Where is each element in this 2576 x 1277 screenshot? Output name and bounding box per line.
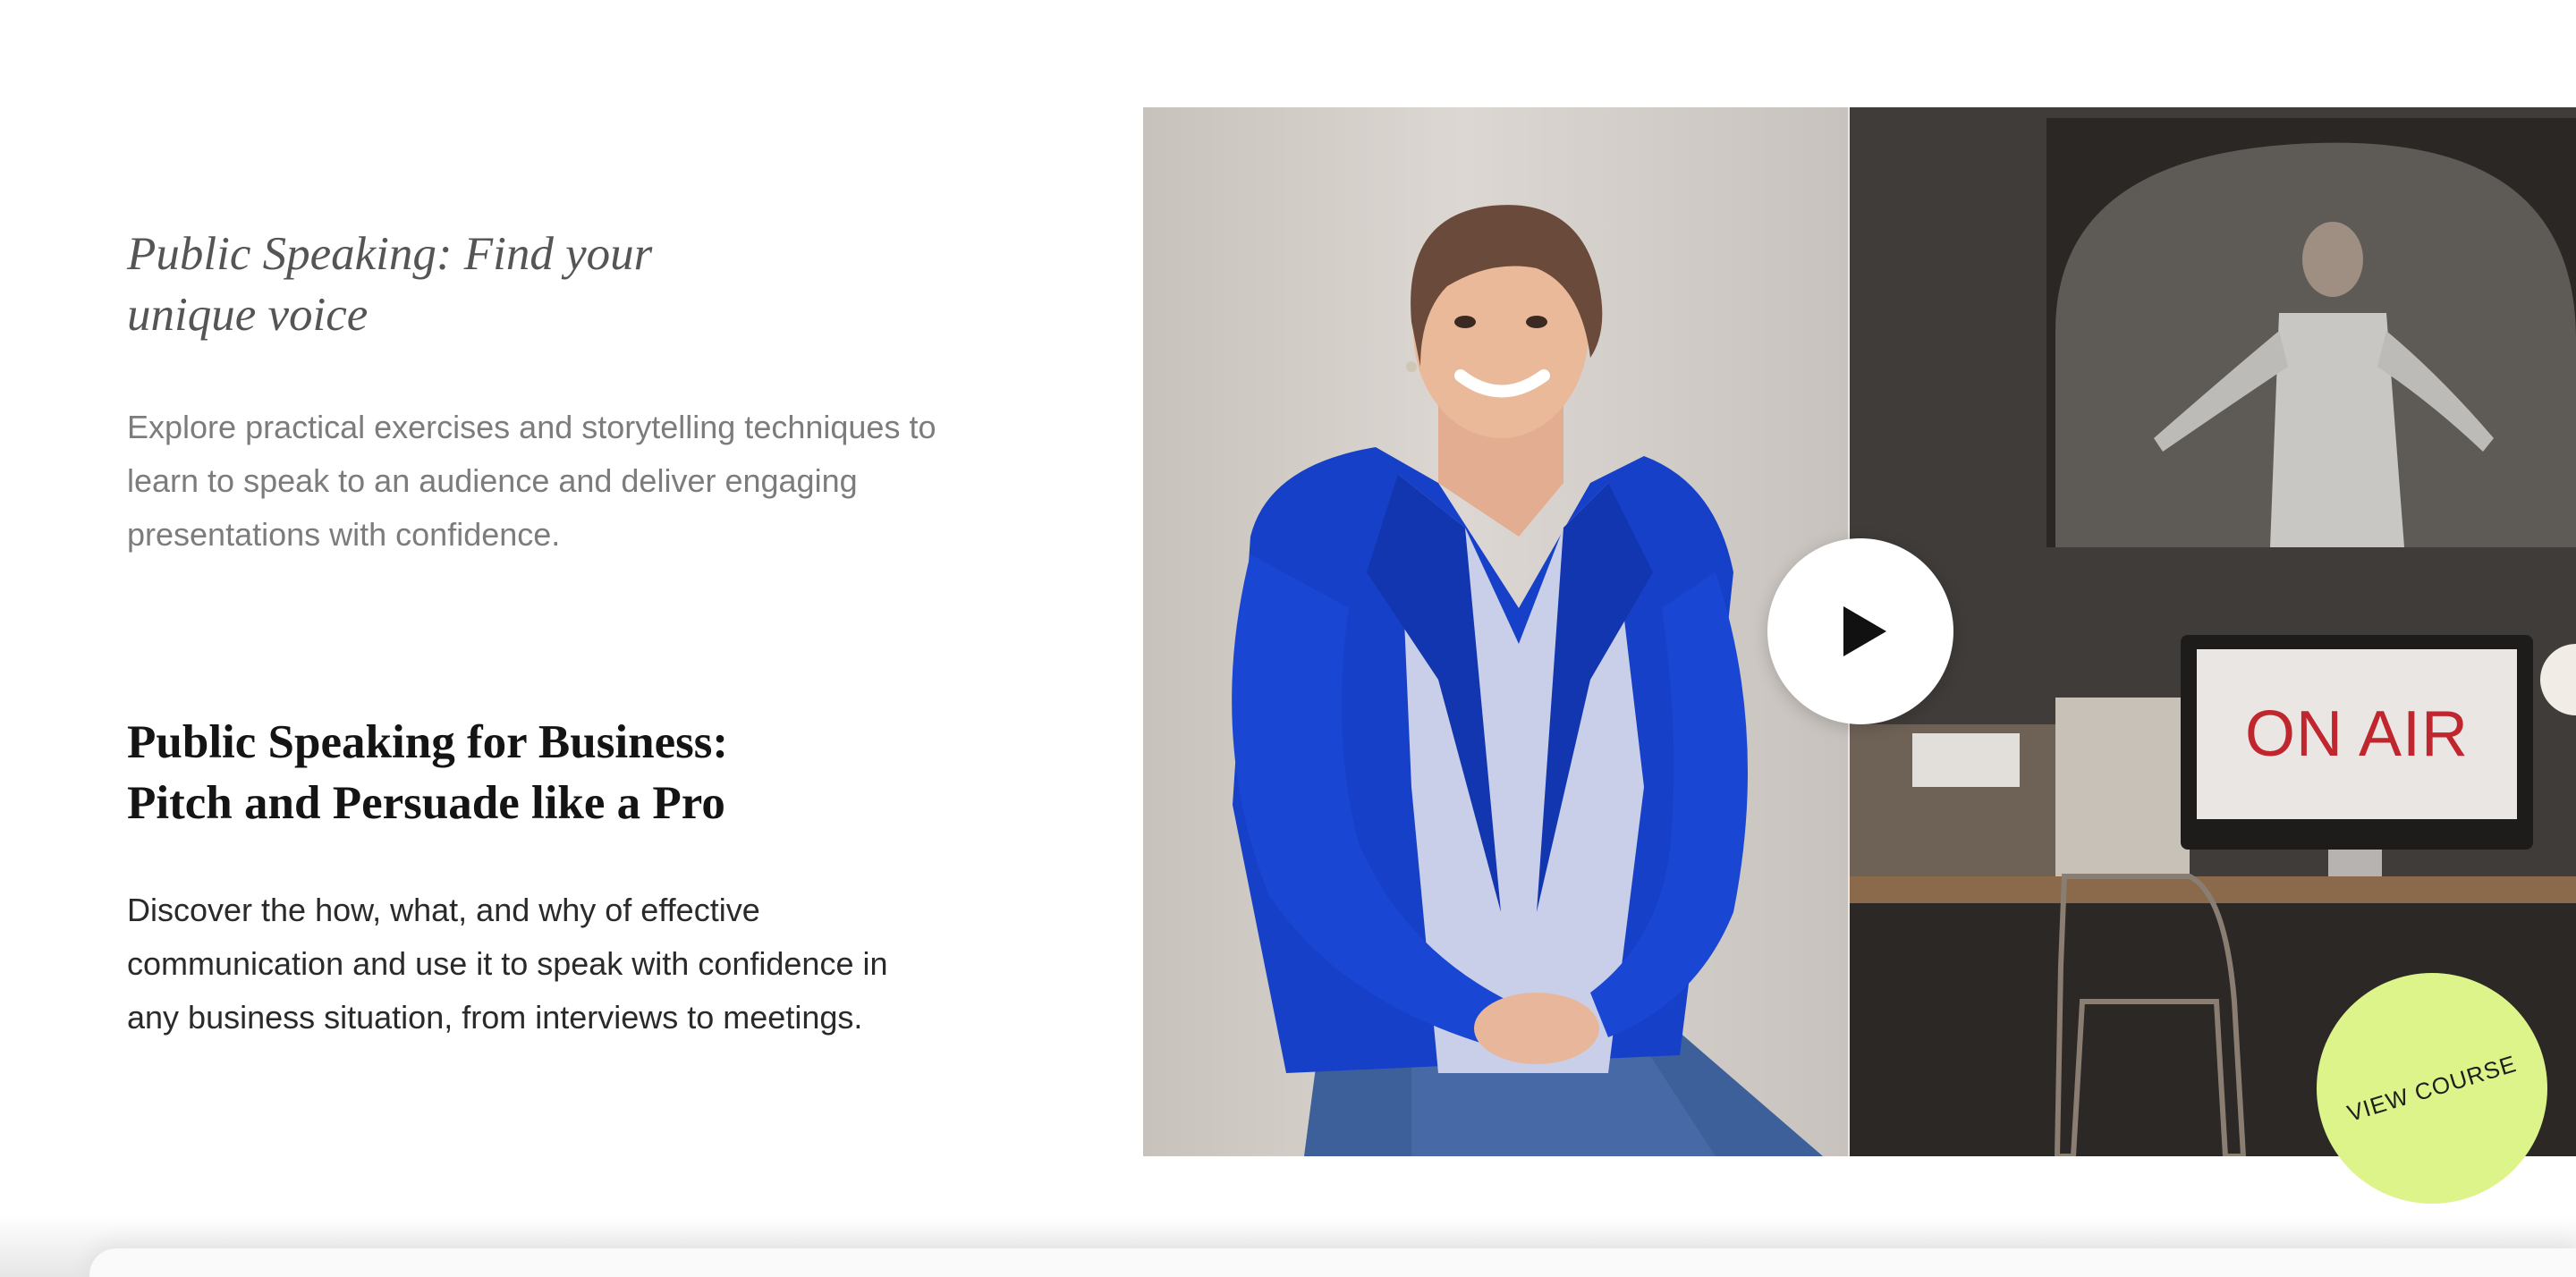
next-section-edge bbox=[89, 1248, 2576, 1277]
view-course-button[interactable]: VIEW COURSE bbox=[2317, 973, 2547, 1204]
instructor-illustration bbox=[1143, 107, 1850, 1156]
course-title[interactable]: Public Speaking: Find your unique voice bbox=[127, 224, 1021, 345]
course-title[interactable]: Public Speaking for Business: Pitch and … bbox=[127, 712, 1021, 833]
instructor-photo bbox=[1143, 107, 1850, 1156]
course-block-find-your-voice: Public Speaking: Find your unique voice … bbox=[127, 224, 1021, 562]
view-course-label: VIEW COURSE bbox=[2343, 1049, 2520, 1127]
on-air-monitor-text: ON AIR bbox=[2244, 698, 2470, 770]
play-video-button[interactable] bbox=[1767, 538, 1953, 724]
course-description: Explore practical exercises and storytel… bbox=[127, 409, 936, 553]
play-icon bbox=[1843, 606, 1886, 656]
course-block-business: Public Speaking for Business: Pitch and … bbox=[127, 712, 1021, 1044]
course-description: Discover the how, what, and why of effec… bbox=[127, 892, 888, 1036]
